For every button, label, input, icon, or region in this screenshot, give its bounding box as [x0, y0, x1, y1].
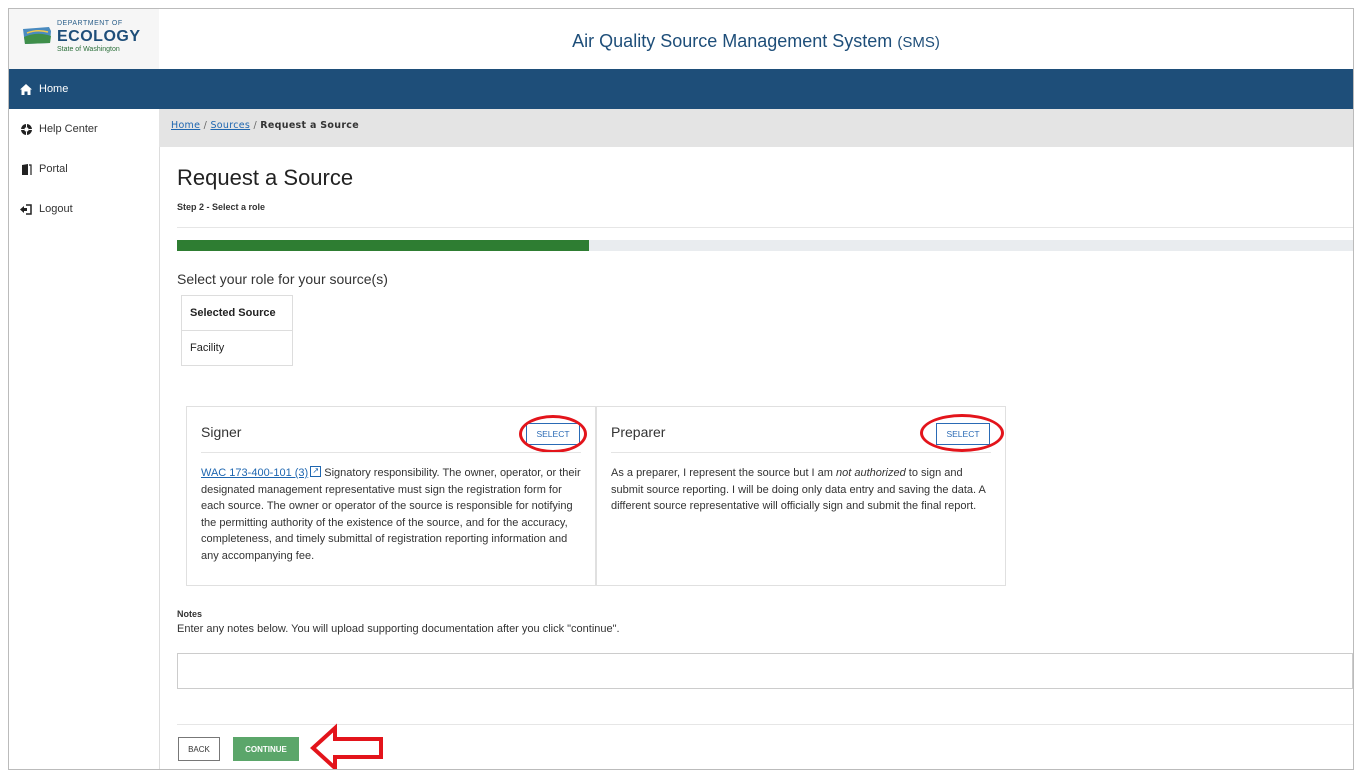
- continue-button[interactable]: CONTINUE: [233, 737, 299, 761]
- main-content: Request a Source Step 2 - Select a role …: [159, 147, 1353, 769]
- table-cell: Facility: [190, 342, 225, 354]
- breadcrumb: Home / Sources / Request a Source: [171, 120, 359, 131]
- preparer-title: Preparer: [611, 424, 666, 440]
- sidebar-item-label: Home: [39, 83, 69, 95]
- app-header: DEPARTMENT OF ECOLOGY State of Washingto…: [9, 9, 1353, 70]
- card-divider: [611, 452, 991, 453]
- breadcrumb-bar: Home / Sources / Request a Source: [159, 109, 1353, 147]
- breadcrumb-current: Request a Source: [260, 120, 359, 131]
- back-button[interactable]: BACK: [178, 737, 220, 761]
- annotation-arrow-icon: [310, 723, 383, 769]
- selected-source-table: Selected Source Facility: [181, 295, 293, 366]
- wac-link[interactable]: WAC 173-400-101 (3): [201, 467, 308, 479]
- divider: [177, 227, 1353, 228]
- notes-label: Notes: [177, 609, 203, 619]
- sidebar-item-label: Help Center: [39, 123, 98, 135]
- breadcrumb-home-link[interactable]: Home: [171, 120, 200, 131]
- preparer-body-emphasis: not authorized: [836, 467, 906, 479]
- breadcrumb-separator: /: [203, 120, 208, 131]
- preparer-body-text: As a preparer, I represent the source bu…: [611, 467, 837, 479]
- sidebar-item-logout[interactable]: Logout: [9, 189, 159, 229]
- breadcrumb-separator: /: [253, 120, 257, 131]
- sidebar-item-home[interactable]: Home: [9, 69, 159, 109]
- table-header-row: Selected Source: [181, 295, 293, 331]
- role-prompt: Select your role for your source(s): [177, 271, 388, 287]
- app-title: Air Quality Source Management System (SM…: [9, 31, 1353, 52]
- sidebar: Home Help Center Portal Logout: [9, 69, 160, 769]
- top-nav-bar: [159, 69, 1353, 109]
- help-icon: [20, 123, 32, 135]
- progress-bar: [177, 240, 1353, 251]
- preparer-description: As a preparer, I represent the source bu…: [611, 465, 993, 515]
- external-link-icon[interactable]: ↗: [310, 466, 322, 477]
- signer-title: Signer: [201, 424, 242, 440]
- logo-dept-text: DEPARTMENT OF: [57, 20, 123, 27]
- preparer-select-button[interactable]: SELECT: [936, 423, 990, 445]
- app-title-abbr: (SMS): [897, 34, 940, 51]
- breadcrumb-sources-link[interactable]: Sources: [210, 120, 250, 131]
- table-row: Facility: [182, 331, 293, 366]
- signer-card: Signer SELECT WAC 173-400-101 (3) ↗ Signa…: [186, 406, 596, 586]
- home-icon: [20, 83, 32, 95]
- app-title-text: Air Quality Source Management System: [572, 31, 893, 51]
- signer-select-button[interactable]: SELECT: [526, 423, 580, 445]
- signer-description: WAC 173-400-101 (3) ↗ Signatory responsib…: [201, 465, 583, 564]
- preparer-card: Preparer SELECT As a preparer, I represe…: [596, 406, 1006, 586]
- sidebar-item-help-center[interactable]: Help Center: [9, 109, 159, 149]
- step-indicator: Step 2 - Select a role: [177, 202, 266, 212]
- logout-icon: [20, 203, 32, 215]
- sidebar-item-label: Portal: [39, 163, 68, 175]
- notes-help-text: Enter any notes below. You will upload s…: [177, 623, 620, 635]
- progress-bar-fill: [177, 240, 589, 251]
- notes-textarea[interactable]: [177, 653, 1353, 689]
- browser-page: DEPARTMENT OF ECOLOGY State of Washingto…: [8, 8, 1354, 770]
- card-divider: [201, 452, 581, 453]
- sidebar-item-portal[interactable]: Portal: [9, 149, 159, 189]
- sidebar-item-label: Logout: [39, 203, 73, 215]
- table-header: Selected Source: [181, 295, 293, 331]
- signer-body-text: Signatory responsibility. The owner, ope…: [201, 467, 581, 562]
- page-title: Request a Source: [177, 165, 354, 190]
- door-icon: [20, 163, 32, 175]
